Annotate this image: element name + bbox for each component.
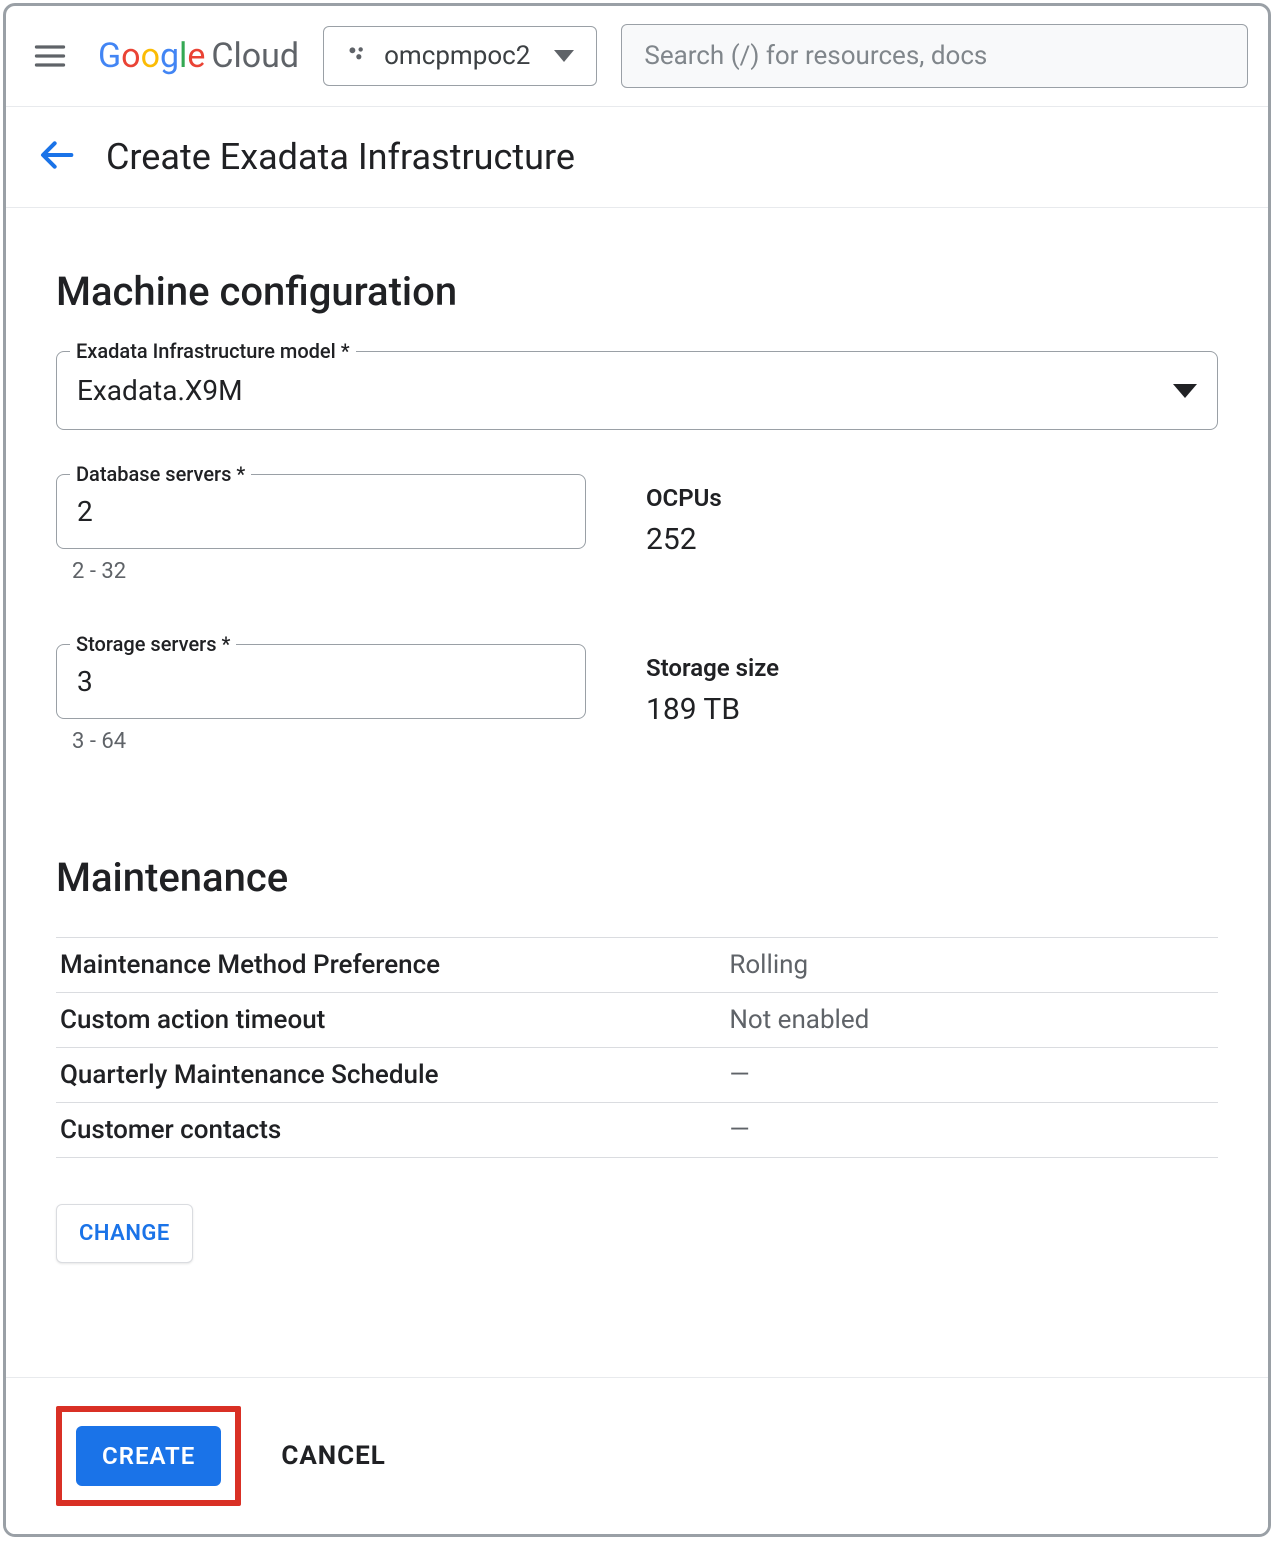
page-title: Create Exadata Infrastructure: [106, 136, 575, 178]
chevron-down-icon: [554, 50, 574, 62]
row-key: Quarterly Maintenance Schedule: [60, 1060, 729, 1090]
back-button[interactable]: [38, 135, 78, 179]
storage-servers-field: Storage servers * 3: [56, 644, 586, 719]
db-servers-helper: 2 - 32: [72, 559, 582, 584]
footer-actions: CREATE CANCEL: [6, 1377, 1268, 1534]
machine-config-title: Machine configuration: [56, 268, 1218, 315]
storage-servers-label: Storage servers *: [70, 632, 236, 656]
content: Machine configuration Exadata Infrastruc…: [6, 208, 1268, 1283]
chevron-down-icon: [1173, 384, 1197, 398]
db-servers-field: Database servers * 2: [56, 474, 586, 549]
storage-size-label: Storage size: [646, 654, 779, 682]
maintenance-table: Maintenance Method Preference Rolling Cu…: [56, 937, 1218, 1158]
top-bar: Google Cloud omcpmpoc2 Search (/) for re…: [6, 6, 1268, 107]
project-name: omcpmpoc2: [384, 41, 530, 71]
row-value: Rolling: [729, 950, 1214, 980]
row-value: —: [729, 1115, 1214, 1145]
row-key: Maintenance Method Preference: [60, 950, 729, 980]
page-header: Create Exadata Infrastructure: [6, 107, 1268, 208]
row-value: Not enabled: [729, 1005, 1214, 1035]
storage-servers-helper: 3 - 64: [72, 729, 582, 754]
arrow-left-icon: [38, 135, 78, 175]
db-servers-label: Database servers *: [70, 462, 251, 486]
google-cloud-logo: Google Cloud: [98, 36, 299, 76]
project-picker[interactable]: omcpmpoc2: [323, 26, 597, 86]
table-row: Custom action timeout Not enabled: [56, 993, 1218, 1048]
storage-size-value: 189 TB: [646, 692, 779, 727]
cancel-button[interactable]: CANCEL: [281, 1441, 386, 1471]
row-key: Customer contacts: [60, 1115, 729, 1145]
hamburger-icon: [32, 38, 68, 74]
ocpus-value: 252: [646, 522, 722, 557]
nav-menu-button[interactable]: [26, 32, 74, 80]
maintenance-title: Maintenance: [56, 854, 1218, 901]
search-input[interactable]: Search (/) for resources, docs: [621, 24, 1248, 88]
table-row: Maintenance Method Preference Rolling: [56, 938, 1218, 993]
create-highlight: CREATE: [56, 1406, 241, 1506]
row-value: —: [729, 1060, 1214, 1090]
model-field: Exadata Infrastructure model * Exadata.X…: [56, 351, 1218, 430]
row-key: Custom action timeout: [60, 1005, 729, 1035]
change-button[interactable]: CHANGE: [56, 1204, 193, 1263]
table-row: Quarterly Maintenance Schedule —: [56, 1048, 1218, 1103]
model-label: Exadata Infrastructure model *: [70, 339, 356, 363]
table-row: Customer contacts —: [56, 1103, 1218, 1158]
model-value: Exadata.X9M: [77, 374, 243, 407]
create-button[interactable]: CREATE: [76, 1426, 221, 1486]
ocpus-label: OCPUs: [646, 484, 722, 512]
project-icon: [346, 43, 368, 69]
